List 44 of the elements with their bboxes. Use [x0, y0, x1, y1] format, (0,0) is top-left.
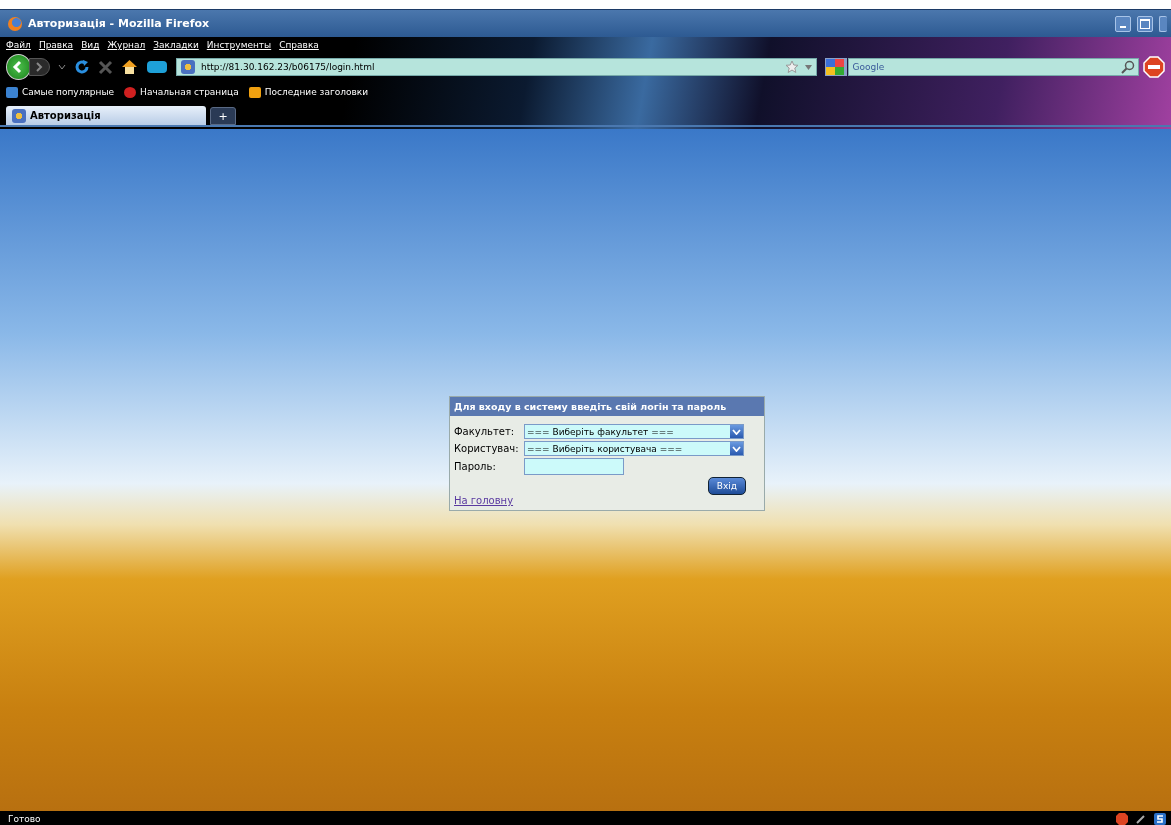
bookmark-link[interactable]: Начальная страница — [140, 87, 239, 97]
dropdown-field[interactable]: === Виберіть користувача === — [524, 441, 744, 456]
new-tab-button[interactable]: + — [210, 107, 236, 125]
tabs-icon[interactable] — [146, 59, 169, 75]
close-button[interactable] — [1159, 15, 1167, 32]
firefox-icon — [8, 16, 22, 31]
home-link[interactable]: На головну — [454, 495, 514, 506]
search-icon[interactable] — [1121, 60, 1135, 74]
menu-item[interactable]: Журнал — [107, 40, 146, 50]
password-field[interactable] — [524, 458, 624, 475]
address-field[interactable]: http://81.30.162.23/b06175/login.html — [176, 58, 817, 76]
dropdown-icon[interactable] — [804, 64, 812, 70]
bookmark-link[interactable]: Последние заголовки — [264, 87, 368, 97]
field-label: Факультет: — [454, 426, 516, 437]
stop-icon[interactable] — [98, 59, 114, 75]
browser-tab[interactable]: Авторизація — [6, 106, 206, 125]
menu-item[interactable]: Вид — [81, 40, 100, 50]
s-shield-icon[interactable] — [1153, 811, 1167, 825]
minimize-button[interactable] — [1115, 15, 1131, 32]
menu-item[interactable]: Инструменты — [206, 40, 272, 50]
field-label: Пароль: — [454, 461, 497, 472]
bookmark-link[interactable]: Самые популярные — [22, 87, 115, 97]
maximize-button[interactable] — [1137, 15, 1153, 32]
login-button[interactable]: Вхід — [707, 477, 746, 495]
dropdown-icon[interactable] — [58, 64, 67, 70]
back-button[interactable] — [6, 54, 31, 80]
status-text: Готово — [8, 813, 41, 824]
reload-icon[interactable] — [74, 59, 91, 75]
dropdown-field[interactable]: === Виберіть факультет === — [524, 424, 744, 439]
panel-title: Для входу в систему введіть свій логін та пароль — [450, 397, 764, 416]
menu-item[interactable]: Правка — [38, 40, 74, 50]
star-icon[interactable] — [784, 60, 799, 74]
menu-item[interactable]: Справка — [279, 40, 319, 50]
search-field[interactable]: Google — [847, 58, 1139, 76]
menu-item[interactable]: Файл — [6, 40, 31, 50]
pencil-icon[interactable] — [1135, 812, 1147, 825]
menu-item[interactable]: Закладки — [153, 40, 199, 50]
window-title: Авторизація - Mozilla Firefox — [28, 17, 210, 30]
dropdown-arrow-icon[interactable] — [730, 442, 743, 455]
forward-button[interactable] — [28, 58, 51, 76]
field-label: Користувач: — [454, 443, 520, 454]
dropdown-arrow-icon[interactable] — [730, 425, 743, 438]
search-engine-icon[interactable] — [824, 58, 847, 76]
site-icon — [181, 60, 196, 74]
